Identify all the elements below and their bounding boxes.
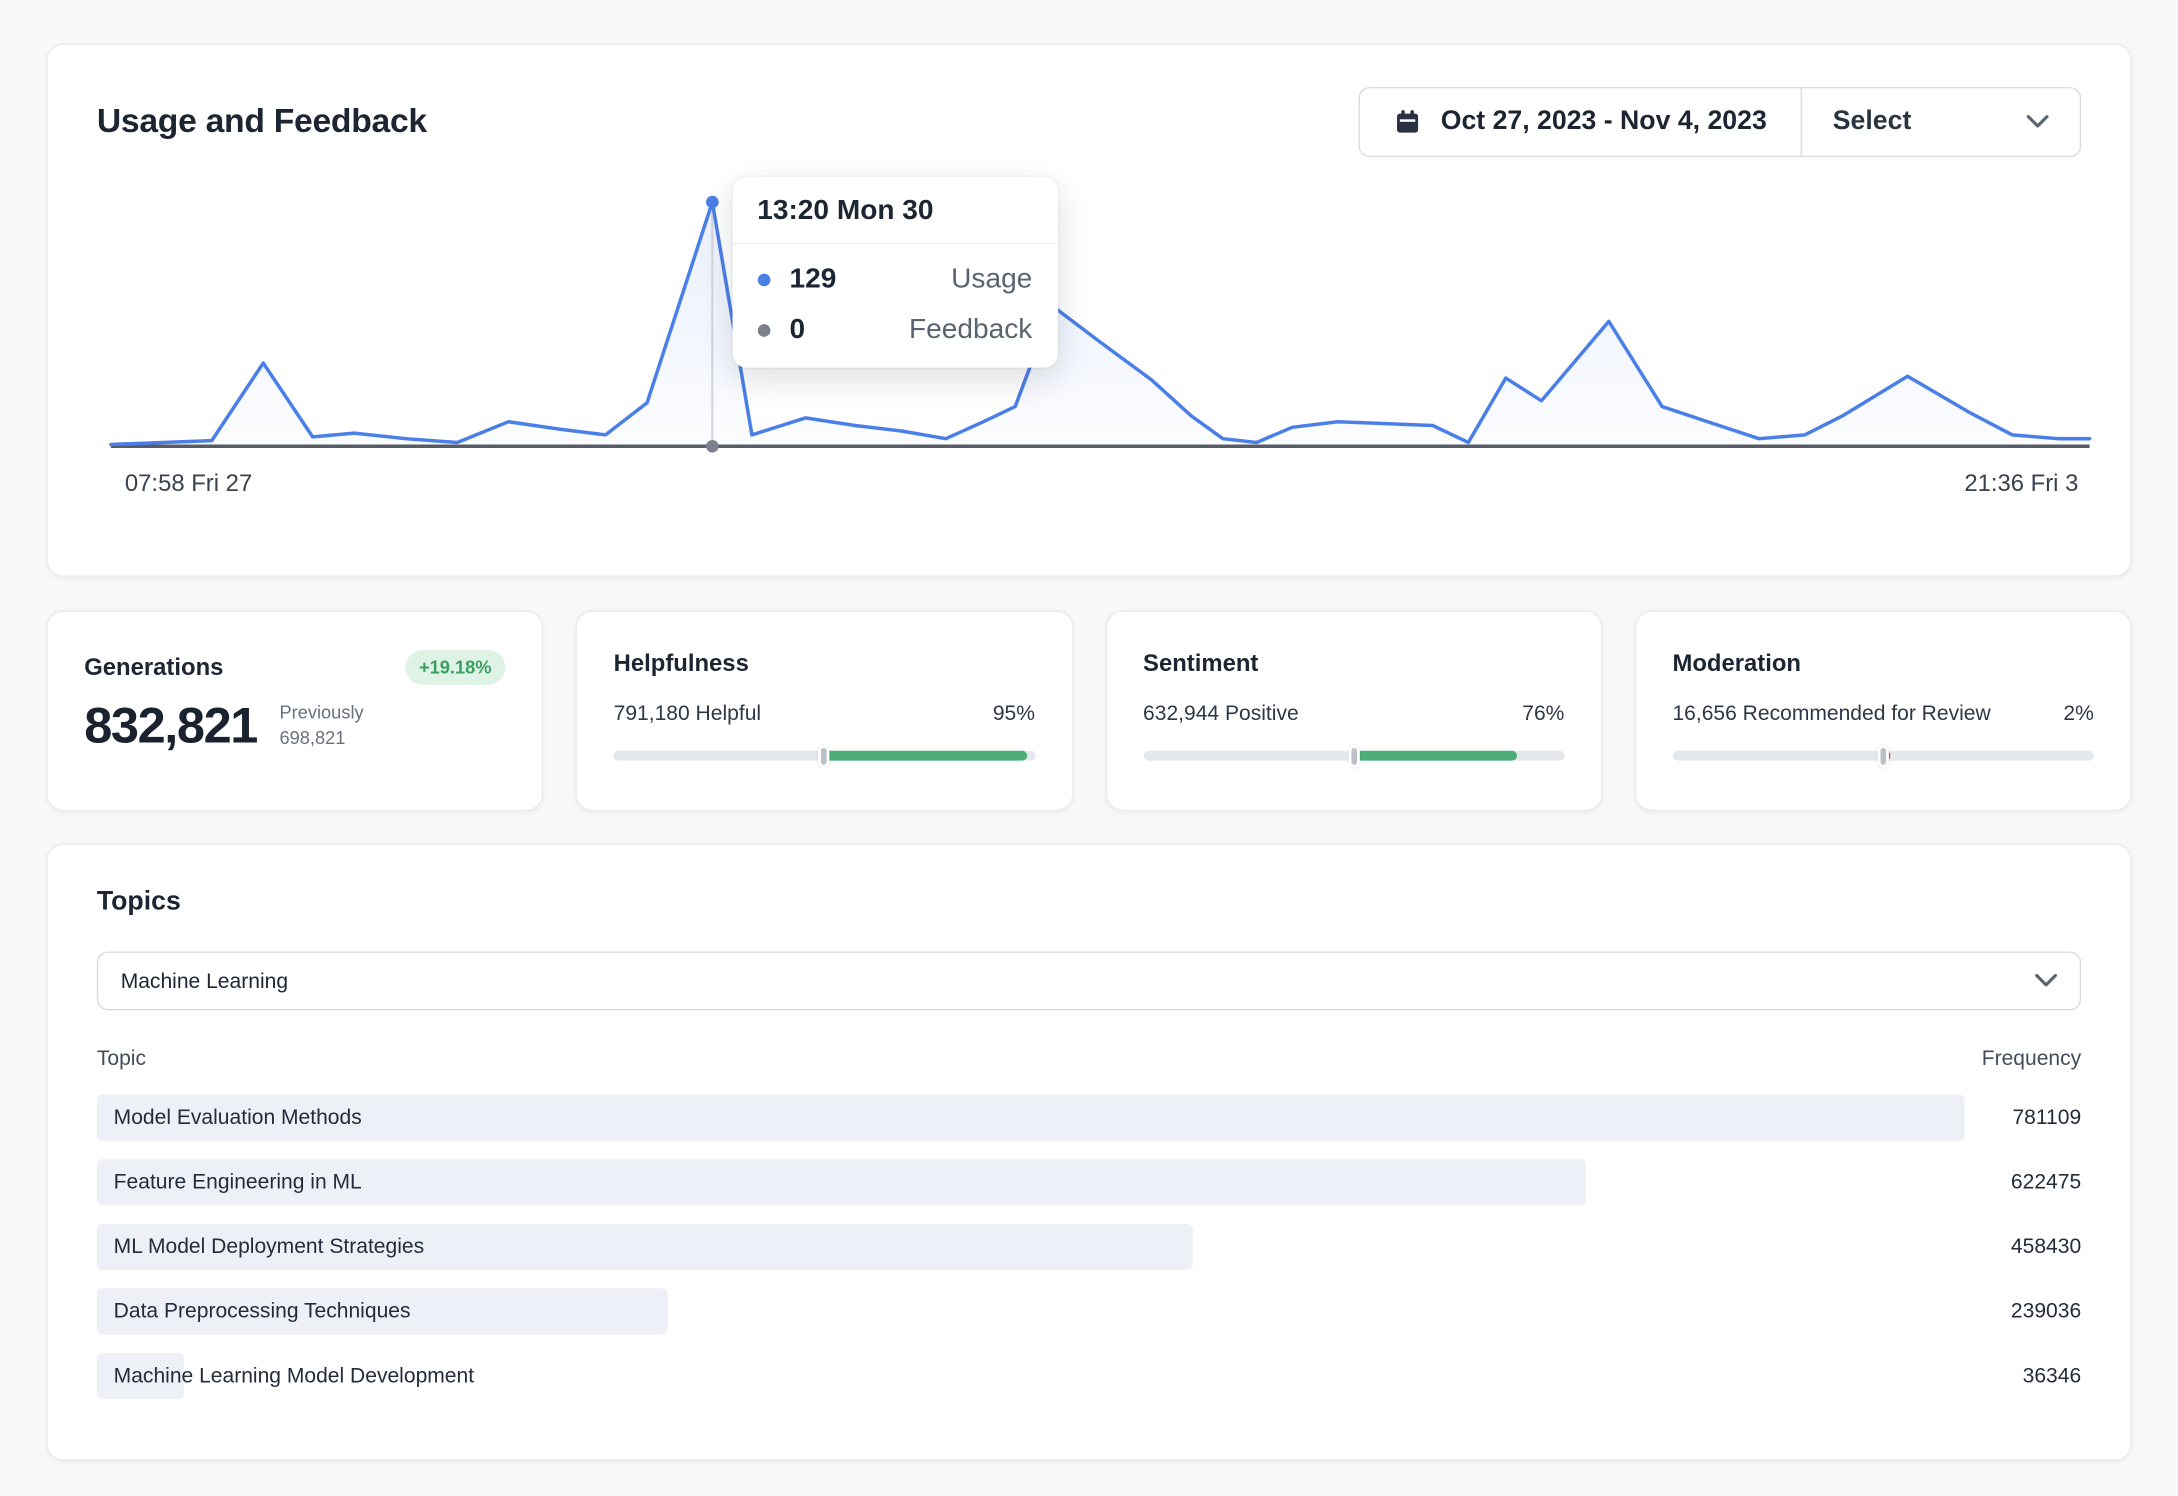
range-select-label: Select: [1833, 107, 1912, 138]
usage-feedback-card: Usage and Feedback Oct 27, 2023 - Nov 4,…: [46, 44, 2131, 577]
date-range-label: Oct 27, 2023 - Nov 4, 2023: [1441, 107, 1767, 138]
tooltip-row-usage: 129 Usage: [757, 258, 1032, 300]
sentiment-card: Sentiment 632,944 Positive 76%: [1105, 610, 1602, 811]
usage-chart[interactable]: [97, 166, 2104, 468]
topics-table-header: Topic Frequency: [97, 1047, 2081, 1071]
topics-title: Topics: [97, 887, 2081, 918]
stats-row: Generations +19.18% 832,821 Previously 6…: [46, 610, 2131, 811]
x-axis-end-label: 21:36 Fri 3: [1964, 470, 2078, 498]
chart-tooltip: 13:20 Mon 30 129 Usage 0 Feedback: [732, 177, 1058, 368]
slider-handle[interactable]: [1348, 744, 1359, 766]
chevron-down-icon: [2026, 115, 2048, 129]
slider-fill: [1356, 751, 1516, 761]
sentiment-percent: 76%: [1522, 702, 1564, 726]
generations-change-badge: +19.18%: [405, 650, 506, 685]
dashboard: Usage and Feedback Oct 27, 2023 - Nov 4,…: [0, 0, 2178, 1496]
x-axis-start-label: 07:58 Fri 27: [125, 470, 252, 498]
helpfulness-stat: 791,180 Helpful: [614, 702, 761, 726]
sentiment-title: Sentiment: [1143, 650, 1564, 678]
tooltip-row-feedback: 0 Feedback: [757, 309, 1032, 351]
moderation-percent: 2%: [2063, 702, 2093, 726]
chevron-down-icon: [2035, 974, 2057, 988]
topics-card: Topics Machine Learning Topic Frequency …: [46, 843, 2131, 1460]
generations-previous: Previously 698,821: [279, 701, 363, 750]
chart-x-axis: 07:58 Fri 27 21:36 Fri 3: [97, 467, 2081, 498]
slider-track: [1672, 751, 2093, 761]
slider-track: [614, 751, 1035, 761]
tooltip-time: 13:20 Mon 30: [732, 177, 1058, 244]
generations-title: Generations: [84, 653, 223, 681]
previous-label: Previously: [279, 701, 363, 726]
topic-label: Machine Learning Model Development: [97, 1353, 2081, 1399]
generations-card: Generations +19.18% 832,821 Previously 6…: [46, 610, 543, 811]
usage-card-header: Usage and Feedback Oct 27, 2023 - Nov 4,…: [97, 87, 2081, 157]
slider-handle[interactable]: [1878, 744, 1889, 766]
topic-label: Data Preprocessing Techniques: [97, 1288, 2081, 1334]
moderation-card: Moderation 16,656 Recommended for Review…: [1635, 610, 2132, 811]
helpfulness-title: Helpfulness: [614, 650, 1035, 678]
usage-card-title: Usage and Feedback: [97, 102, 427, 141]
slider-handle[interactable]: [819, 744, 830, 766]
tooltip-usage-value: 129: [790, 263, 863, 295]
topic-label: Model Evaluation Methods: [97, 1095, 2081, 1141]
moderation-stat: 16,656 Recommended for Review: [1672, 702, 1990, 726]
sentiment-slider[interactable]: [1143, 751, 1564, 761]
tooltip-rows: 129 Usage 0 Feedback: [732, 244, 1058, 367]
calendar-icon: [1393, 108, 1421, 136]
moderation-title: Moderation: [1672, 650, 2093, 678]
range-select-button[interactable]: Select: [1802, 88, 2080, 155]
column-header-topic: Topic: [97, 1047, 146, 1071]
usage-chart-area: 13:20 Mon 30 129 Usage 0 Feedback 07:58 …: [97, 166, 2081, 499]
column-header-frequency: Frequency: [1982, 1047, 2081, 1071]
topic-row: Feature Engineering in ML 622475: [97, 1159, 2081, 1205]
topic-row: ML Model Deployment Strategies 458430: [97, 1224, 2081, 1270]
generations-value: 832,821: [84, 696, 257, 755]
topic-row: Model Evaluation Methods 781109: [97, 1095, 2081, 1141]
topic-select[interactable]: Machine Learning: [97, 951, 2081, 1010]
slider-fill: [827, 751, 1027, 761]
date-range-control: Oct 27, 2023 - Nov 4, 2023 Select: [1358, 87, 2081, 157]
date-range-button[interactable]: Oct 27, 2023 - Nov 4, 2023: [1359, 88, 1800, 155]
tooltip-feedback-value: 0: [790, 314, 863, 346]
tooltip-feedback-label: Feedback: [909, 314, 1032, 346]
usage-dot-icon: [757, 273, 770, 286]
topic-label: ML Model Deployment Strategies: [97, 1224, 2081, 1270]
tooltip-usage-label: Usage: [951, 263, 1032, 295]
topic-row: Machine Learning Model Development 36346: [97, 1353, 2081, 1399]
helpfulness-percent: 95%: [993, 702, 1035, 726]
helpfulness-slider[interactable]: [614, 751, 1035, 761]
topic-row: Data Preprocessing Techniques 239036: [97, 1288, 2081, 1334]
moderation-slider[interactable]: [1672, 751, 2093, 761]
helpfulness-card: Helpfulness 791,180 Helpful 95%: [576, 610, 1073, 811]
topic-select-value: Machine Learning: [121, 969, 288, 993]
sentiment-stat: 632,944 Positive: [1143, 702, 1299, 726]
topics-table: Model Evaluation Methods 781109 Feature …: [97, 1095, 2081, 1400]
slider-track: [1143, 751, 1564, 761]
topic-label: Feature Engineering in ML: [97, 1159, 2081, 1205]
feedback-dot-icon: [757, 323, 770, 336]
previous-value: 698,821: [279, 726, 363, 751]
